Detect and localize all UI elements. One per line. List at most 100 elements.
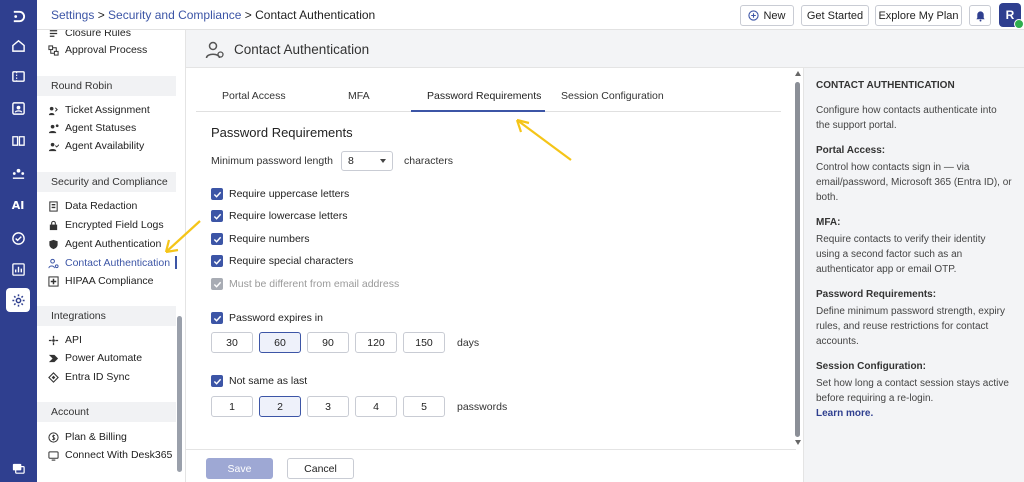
- checkbox-label: Require special characters: [229, 255, 354, 267]
- checkbox-checked-icon[interactable]: [211, 188, 223, 200]
- sidebar-item-label: Approval Process: [65, 44, 148, 56]
- section-title: Password Requirements: [211, 125, 353, 140]
- contacts-icon[interactable]: [6, 96, 30, 120]
- help-text-password: Define minimum password strength, expiry…: [816, 306, 1005, 347]
- tab-bar: Portal Access MFA Password Requirements …: [196, 82, 781, 112]
- sidebar-item-api[interactable]: API: [48, 332, 82, 348]
- breadcrumb-security[interactable]: Security and Compliance: [108, 8, 241, 22]
- history-option[interactable]: 3: [307, 396, 349, 417]
- notifications-button[interactable]: [969, 5, 991, 26]
- history-option[interactable]: 5: [403, 396, 445, 417]
- new-button-label: New: [763, 9, 786, 22]
- help-heading-portal-access: Portal Access:: [816, 145, 886, 156]
- sidebar-item-hipaa-compliance[interactable]: HIPAA Compliance: [48, 273, 154, 289]
- sidebar-item-label: Contact Authentication: [65, 257, 171, 269]
- avatar[interactable]: R: [999, 3, 1024, 29]
- sidebar-item-approval-process[interactable]: Approval Process: [48, 42, 147, 58]
- checkbox-not-same-as-last[interactable]: Not same as last: [211, 374, 307, 388]
- checkbox-special[interactable]: Require special characters: [211, 254, 353, 268]
- availability-icon: [48, 142, 59, 151]
- checkbox-numbers[interactable]: Require numbers: [211, 232, 310, 246]
- tab-session-configuration[interactable]: Session Configuration: [561, 90, 664, 102]
- history-option-selected[interactable]: 2: [259, 396, 301, 417]
- reports-icon[interactable]: [6, 257, 30, 281]
- checkbox-checked-icon: [211, 278, 223, 290]
- billing-icon: [48, 431, 59, 443]
- sync-icon: [48, 371, 59, 383]
- main-scrollbar[interactable]: [795, 82, 800, 437]
- sidebar-active-indicator: [175, 256, 177, 269]
- hipaa-icon: [48, 275, 59, 287]
- checkbox-password-expires[interactable]: Password expires in: [211, 311, 323, 325]
- app-logo-icon[interactable]: [6, 4, 30, 28]
- sidebar-item-connect-desk365[interactable]: Connect With Desk365: [48, 447, 172, 463]
- sidebar-item-label: Agent Authentication: [65, 238, 162, 250]
- history-unit: passwords: [457, 401, 508, 413]
- checkbox-label: Require uppercase letters: [229, 188, 350, 200]
- sidebar-item-power-automate[interactable]: Power Automate: [48, 350, 142, 366]
- breadcrumb-settings[interactable]: Settings: [51, 8, 94, 22]
- sidebar-item-encrypted-field-logs[interactable]: Encrypted Field Logs: [48, 217, 164, 233]
- sidebar-item-plan-billing[interactable]: Plan & Billing: [48, 429, 127, 445]
- ticket-icon: [48, 106, 58, 115]
- home-icon[interactable]: [6, 33, 30, 57]
- sidebar-item-agent-availability[interactable]: Agent Availability: [48, 138, 144, 154]
- get-started-label: Get Started: [806, 9, 864, 22]
- scroll-up-arrow-icon[interactable]: [795, 71, 801, 76]
- sidebar-item-contact-authentication[interactable]: Contact Authentication: [48, 255, 170, 271]
- tasks-icon[interactable]: [6, 226, 30, 250]
- sidebar-item-label: Plan & Billing: [65, 431, 127, 443]
- checkbox-checked-icon[interactable]: [211, 312, 223, 324]
- sidebar-item-closure-rules[interactable]: Closure Rules: [48, 30, 131, 41]
- expires-option[interactable]: 30: [211, 332, 253, 353]
- expires-option[interactable]: 150: [403, 332, 445, 353]
- scroll-down-arrow-icon[interactable]: [795, 440, 801, 445]
- help-heading-mfa: MFA:: [816, 217, 841, 228]
- save-button[interactable]: Save: [206, 458, 273, 479]
- sidebar-item-label: Agent Availability: [65, 140, 145, 152]
- main-content: Portal Access MFA Password Requirements …: [186, 68, 801, 482]
- sidebar-item-data-redaction[interactable]: Data Redaction: [48, 198, 137, 214]
- sidebar-item-agent-authentication[interactable]: Agent Authentication: [48, 236, 161, 252]
- sidebar-item-entra-id-sync[interactable]: Entra ID Sync: [48, 369, 130, 385]
- sidebar-scrollbar[interactable]: [177, 316, 182, 472]
- ai-icon[interactable]: AI: [6, 193, 30, 217]
- expires-option-selected[interactable]: 60: [259, 332, 301, 353]
- cancel-button[interactable]: Cancel: [287, 458, 354, 479]
- power-automate-icon: [48, 354, 59, 362]
- chat-icon[interactable]: [6, 456, 30, 480]
- sidebar-item-label: Encrypted Field Logs: [65, 219, 164, 231]
- encrypted-icon: [49, 220, 58, 230]
- checkbox-checked-icon[interactable]: [211, 233, 223, 245]
- sidebar-item-label: Ticket Assignment: [65, 104, 150, 116]
- get-started-button[interactable]: Get Started: [801, 5, 869, 26]
- sidebar-item-label: API: [65, 334, 82, 346]
- tab-portal-access[interactable]: Portal Access: [222, 90, 286, 102]
- explore-plan-button[interactable]: Explore My Plan: [875, 5, 962, 26]
- sidebar-item-label: Closure Rules: [65, 30, 131, 39]
- tab-password-requirements[interactable]: Password Requirements: [427, 90, 541, 102]
- checkbox-checked-icon[interactable]: [211, 255, 223, 267]
- expires-option[interactable]: 90: [307, 332, 349, 353]
- breadcrumb-current: Contact Authentication: [255, 8, 376, 22]
- checkbox-checked-icon[interactable]: [211, 210, 223, 222]
- new-button[interactable]: New: [740, 5, 794, 26]
- sidebar-item-ticket-assignment[interactable]: Ticket Assignment: [48, 102, 150, 118]
- sidebar-item-agent-statuses[interactable]: Agent Statuses: [48, 120, 136, 136]
- settings-gear-icon[interactable]: [6, 288, 30, 312]
- tab-mfa[interactable]: MFA: [348, 90, 370, 102]
- knowledge-base-icon[interactable]: [6, 128, 30, 152]
- checkbox-checked-icon[interactable]: [211, 375, 223, 387]
- community-icon[interactable]: [6, 161, 30, 185]
- plus-circle-icon: [748, 10, 760, 21]
- shield-icon: [49, 239, 58, 249]
- checkbox-lowercase[interactable]: Require lowercase letters: [211, 209, 347, 223]
- approval-icon: [48, 44, 59, 56]
- expires-option[interactable]: 120: [355, 332, 397, 353]
- history-option[interactable]: 4: [355, 396, 397, 417]
- tickets-icon[interactable]: [6, 64, 30, 88]
- checkbox-uppercase[interactable]: Require uppercase letters: [211, 187, 349, 201]
- history-option[interactable]: 1: [211, 396, 253, 417]
- min-length-select[interactable]: 8: [341, 151, 393, 171]
- learn-more-link[interactable]: Learn more.: [816, 408, 1012, 419]
